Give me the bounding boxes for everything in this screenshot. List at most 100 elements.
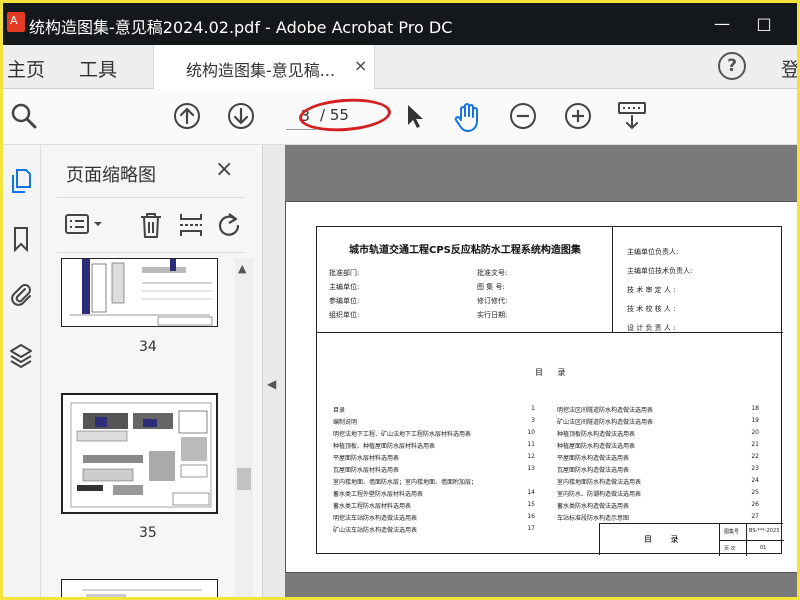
toc-entry-page: 26 xyxy=(751,501,759,508)
toc-entry-title: 平屋面防水层材料选用表 xyxy=(333,455,400,462)
toc-entry-title: 室内楼地面防水构造做法选用表 xyxy=(557,479,642,486)
toc-entry-title: 室内防水、防潮构造做法选用表 xyxy=(557,491,642,498)
cover-header-right: 主编单位负责人: 主编单位技术负责人: 技 术 审 定 人 : 技 术 校 核 … xyxy=(613,227,783,333)
next-page-edge xyxy=(285,573,797,597)
atlas-number-label: 图集号 xyxy=(724,529,740,535)
document-tab[interactable]: 统构造图集-意见稿... × xyxy=(153,45,375,89)
toc-entry[interactable]: 蓄水类防水构造做法选用表 26 xyxy=(557,501,759,510)
toc-entry[interactable]: 蓄水类工程防水层材料选用表 15 xyxy=(333,501,535,510)
toc-entry-page: 1 xyxy=(531,405,535,412)
bookmarks-icon[interactable] xyxy=(9,225,33,253)
toc-entry[interactable]: 矿山法区间隧道防水构造做法选用表 19 xyxy=(557,417,759,426)
toc-entry[interactable]: 目录 1 xyxy=(333,405,535,414)
meta-field: 组织单位: xyxy=(329,311,360,319)
title-block: 目 录 图集号 BS-***-2023 页 次 01 xyxy=(599,523,784,556)
toc-entry[interactable]: 室内楼地面、墙面防水层；室内楼地面、墙面附加层； xyxy=(333,477,535,486)
toc-entry[interactable]: 车站标准段防水构造示意图 27 xyxy=(557,513,759,522)
hand-tool-icon[interactable] xyxy=(452,101,484,133)
previous-page-icon[interactable] xyxy=(172,101,202,131)
toc-entry-title: 矿山法区间隧道防水构造做法选用表 xyxy=(557,419,654,426)
minimize-button[interactable]: — xyxy=(709,11,735,37)
toc-entry-page: 21 xyxy=(751,441,759,448)
toc-entry-page: 14 xyxy=(527,489,535,496)
zoom-in-icon[interactable] xyxy=(563,101,593,131)
toc-entry-title: 明挖法地下工程、矿山法地下工程防水层材料选用表 xyxy=(333,431,472,438)
scrollbar-thumb[interactable] xyxy=(237,468,251,490)
toc-entry[interactable]: 编制说明 3 xyxy=(333,417,535,426)
toc-entry-page: 22 xyxy=(751,453,759,460)
zoom-out-icon[interactable] xyxy=(508,101,538,131)
title-block-divider xyxy=(720,540,784,541)
scroll-up-arrow-icon[interactable]: ▲ xyxy=(238,262,246,275)
toc-entry[interactable]: 种植屋面防水构造做法选用表 21 xyxy=(557,441,759,450)
thumbnail-page-number: 35 xyxy=(139,525,157,541)
meta-field: 参编单位: xyxy=(329,297,360,305)
keyboard-read-mode-icon[interactable] xyxy=(616,99,648,133)
meta-field: 修订修代: xyxy=(477,297,508,305)
select-cursor-icon[interactable] xyxy=(401,101,427,131)
toc-entry-page: 20 xyxy=(751,429,759,436)
collapse-panel-arrow-icon[interactable]: ◀ xyxy=(267,377,276,391)
toc-entry[interactable]: 瓦屋面防水构造做法选用表 23 xyxy=(557,465,759,474)
toc-entry[interactable]: 明挖法地下工程、矿山法地下工程防水层材料选用表 10 xyxy=(333,429,535,438)
pdf-page: 城市轨道交通工程CPS反应粘防水工程系统构造图集 批准部门: 主编单位: 参编单… xyxy=(285,201,797,573)
document-view[interactable]: ◀ 城市轨道交通工程CPS反应粘防水工程系统构造图集 批准部门: 主编单位: 参… xyxy=(263,145,797,597)
help-button[interactable]: ? xyxy=(718,52,746,80)
menu-home[interactable]: 主页 xyxy=(7,55,45,82)
meta-field: 图 集 号: xyxy=(477,283,505,291)
toc-heading: 目 录 xyxy=(535,368,572,377)
toc-entry[interactable]: 室内楼地面防水构造做法选用表 24 xyxy=(557,477,759,486)
page-thumbnail[interactable] xyxy=(61,258,218,327)
thumbnails-scrollbar[interactable]: ▲ xyxy=(235,258,253,597)
delete-page-icon[interactable] xyxy=(137,210,165,240)
menu-bar: 主页 工具 统构造图集-意见稿... × ? 登 xyxy=(3,45,797,89)
search-icon[interactable] xyxy=(9,101,39,131)
toc-entry[interactable]: 种植顶板、种植屋面防水层材料选用表 11 xyxy=(333,441,535,450)
toc-entry-page: 24 xyxy=(751,477,759,484)
navigation-pane-icons xyxy=(3,145,41,597)
page-thumbnail-drawing xyxy=(82,589,202,597)
toc-entry[interactable]: 明挖法区间隧道防水构造做法选用表 18 xyxy=(557,405,759,414)
title-block-divider xyxy=(746,524,747,556)
toc-entry-title: 瓦屋面防水层材料选用表 xyxy=(333,467,400,474)
toc-entry[interactable]: 明挖法车站防水构造做法选用表 16 xyxy=(333,513,535,522)
toc-entry-page: 19 xyxy=(751,417,759,424)
insert-page-icon[interactable] xyxy=(177,210,205,240)
toc-entry-page: 25 xyxy=(751,489,759,496)
toc-entry-page: 15 xyxy=(527,501,535,508)
document-tab-close-button[interactable]: × xyxy=(354,56,367,75)
toc-entry-title: 蓄水类防水构造做法选用表 xyxy=(557,503,630,510)
toc-entry-title: 平屋面防水构造做法选用表 xyxy=(557,455,630,462)
thumbnails-panel-close-button[interactable]: × xyxy=(215,157,233,182)
login-button[interactable]: 登 xyxy=(781,55,797,82)
rotate-page-icon[interactable] xyxy=(215,210,243,240)
page-thumbnail[interactable] xyxy=(61,579,218,597)
meta-field: 批准文号: xyxy=(477,269,508,277)
menu-tools[interactable]: 工具 xyxy=(79,55,117,82)
toc-entry-title: 蓄水类工程防水层材料选用表 xyxy=(333,503,412,510)
toc-entry-page: 16 xyxy=(527,513,535,520)
toc-entry[interactable]: 平屋面防水层材料选用表 12 xyxy=(333,453,535,462)
toc-entry-title: 瓦屋面防水构造做法选用表 xyxy=(557,467,630,474)
page-thumbnail[interactable] xyxy=(61,393,218,514)
page-index-label: 页 次 xyxy=(724,546,736,552)
toc-entry[interactable]: 瓦屋面防水层材料选用表 13 xyxy=(333,465,535,474)
toc-entry[interactable]: 矿山法车站防水构造做法选用表 17 xyxy=(333,525,535,534)
layers-icon[interactable] xyxy=(9,341,33,369)
maximize-button[interactable]: □ xyxy=(751,11,777,37)
toc-entry[interactable]: 种植顶板防水构造做法选用表 20 xyxy=(557,429,759,438)
toc-entry[interactable]: 平屋面防水构造做法选用表 22 xyxy=(557,453,759,462)
attachments-icon[interactable] xyxy=(9,281,33,309)
cover-header-left: 城市轨道交通工程CPS反应粘防水工程系统构造图集 批准部门: 主编单位: 参编单… xyxy=(317,227,613,333)
meta-field: 技 术 校 核 人 : xyxy=(627,305,676,313)
toc-entry[interactable]: 室内防水、防潮构造做法选用表 25 xyxy=(557,489,759,498)
toc-entry-page: 17 xyxy=(527,525,535,532)
toc-entry-title: 种植顶板、种植屋面防水层材料选用表 xyxy=(333,443,436,450)
toc-entry-page: 13 xyxy=(527,465,535,472)
toc-entry[interactable]: 蓄水类工程外壁防水层材料选用表 14 xyxy=(333,489,535,498)
page-thumbnails-icon[interactable] xyxy=(9,167,33,195)
thumbnail-options-menu-icon[interactable] xyxy=(63,210,107,238)
toc-entry-page: 3 xyxy=(531,417,535,424)
next-page-icon[interactable] xyxy=(226,101,256,131)
page-index-value: 01 xyxy=(760,545,767,551)
